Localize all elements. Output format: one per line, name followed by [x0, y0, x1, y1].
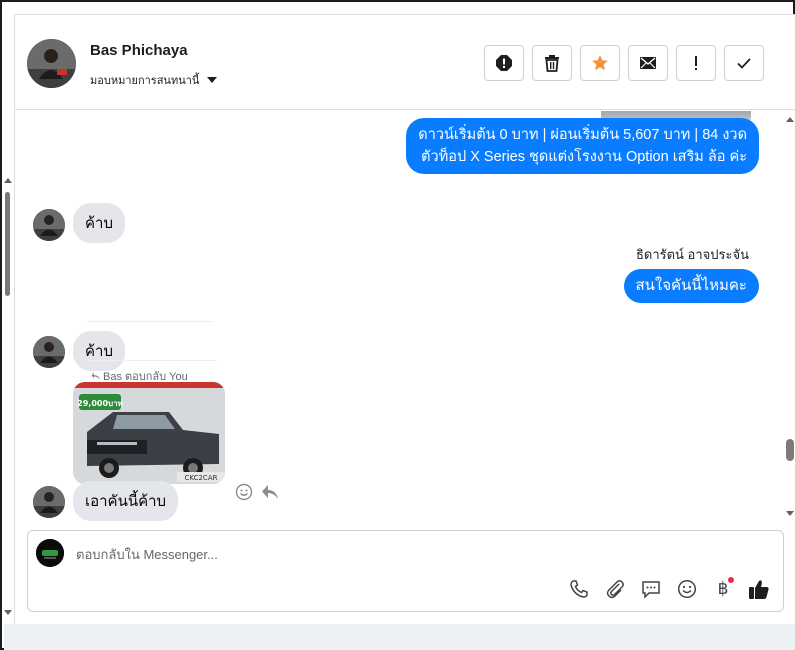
paperclip-icon — [606, 580, 624, 599]
scroll-up-arrow-icon[interactable] — [786, 117, 794, 122]
reply-icon[interactable] — [261, 484, 279, 500]
contact-avatar-small[interactable] — [33, 336, 65, 368]
attach-button[interactable] — [603, 577, 627, 601]
follow-up-button[interactable] — [676, 45, 716, 81]
saved-reply-icon — [642, 581, 660, 599]
baht-icon: ฿ — [717, 579, 729, 599]
sender-name: ธิดารัตน์ อาจประจัน — [635, 247, 749, 262]
photo-price-text: 29,000บาท — [77, 399, 123, 408]
scroll-down-arrow-icon[interactable] — [786, 511, 794, 516]
spam-button[interactable] — [484, 45, 524, 81]
saved-reply-button[interactable] — [639, 577, 663, 601]
page-avatar — [36, 539, 64, 567]
message-scrollbar[interactable] — [784, 111, 795, 523]
divider — [87, 321, 213, 322]
like-icon — [749, 580, 769, 599]
window-bottom-strip — [4, 624, 795, 650]
divider — [87, 360, 217, 361]
payment-button[interactable]: ฿ — [711, 577, 735, 601]
check-icon — [737, 58, 751, 69]
message-text-line: ตัวท็อป X Series ชุดแต่งโรงงาน Option เส… — [421, 149, 747, 165]
scrollbar-thumb[interactable] — [786, 439, 794, 461]
header-toolbar — [484, 45, 764, 81]
caret-down-icon — [207, 77, 218, 83]
phone-icon — [570, 580, 588, 598]
stop-alert-icon — [496, 55, 512, 71]
message-bubble-incoming[interactable]: ค้าบ — [73, 203, 125, 243]
photo-plate-text: CKC2CAR — [185, 474, 218, 482]
call-button[interactable] — [567, 577, 591, 601]
contact-avatar-small[interactable] — [33, 209, 65, 241]
notification-dot — [728, 577, 734, 583]
conversation-header: Bas Phichaya มอบหมายการสนทนานี้ — [15, 15, 795, 110]
exclamation-icon — [695, 56, 697, 70]
delete-button[interactable] — [532, 45, 572, 81]
star-button[interactable] — [580, 45, 620, 81]
trash-icon — [545, 55, 559, 72]
emoji-button[interactable] — [675, 577, 699, 601]
message-text-line: ดาวน์เริ่มต้น 0 บาท | ผ่อนเริ่มต้น 5,607… — [418, 127, 747, 143]
reply-composer: ฿ — [27, 530, 784, 612]
mark-done-button[interactable] — [724, 45, 764, 81]
scrollbar-thumb[interactable] — [5, 192, 10, 296]
message-actions — [235, 483, 279, 501]
message-bubble-incoming[interactable]: ค้าบ — [73, 331, 125, 371]
scroll-down-arrow-icon[interactable] — [4, 610, 12, 615]
assign-conversation-dropdown[interactable]: มอบหมายการสนทนานี้ — [90, 71, 218, 89]
message-bubble-incoming[interactable]: เอาคันนี้ค้าบ — [73, 481, 179, 521]
message-bubble-outgoing[interactable]: ดาวน์เริ่มต้น 0 บาท | ผ่อนเริ่มต้น 5,607… — [406, 118, 759, 174]
message-bubble-outgoing[interactable]: สนใจคันนี้ไหมคะ — [623, 269, 759, 303]
envelope-icon — [640, 57, 656, 69]
assign-label: มอบหมายการสนทนานี้ — [90, 75, 200, 87]
page-scrollbar[interactable] — [3, 178, 12, 618]
replied-photo-attachment[interactable]: 29,000บาท CKC2CAR — [73, 382, 225, 484]
like-button[interactable] — [747, 577, 771, 601]
react-emoji-icon[interactable] — [235, 483, 253, 501]
emoji-icon — [677, 579, 697, 599]
conversation-panel: Bas Phichaya มอบหมายการสนทนานี้ ดาวน์เริ… — [14, 14, 795, 624]
contact-name: Bas Phichaya — [90, 42, 188, 59]
scroll-up-arrow-icon[interactable] — [4, 178, 12, 183]
contact-avatar[interactable] — [27, 39, 76, 88]
reply-arrow-icon — [91, 372, 100, 380]
mark-unread-button[interactable] — [628, 45, 668, 81]
reply-input[interactable] — [76, 545, 676, 563]
contact-avatar-small[interactable] — [33, 486, 65, 518]
star-icon — [592, 55, 608, 71]
app-frame: Bas Phichaya มอบหมายการสนทนานี้ ดาวน์เริ… — [0, 0, 795, 650]
message-list[interactable]: ดาวน์เริ่มต้น 0 บาท | ผ่อนเริ่มต้น 5,607… — [15, 111, 781, 523]
composer-toolbar: ฿ — [567, 577, 771, 601]
